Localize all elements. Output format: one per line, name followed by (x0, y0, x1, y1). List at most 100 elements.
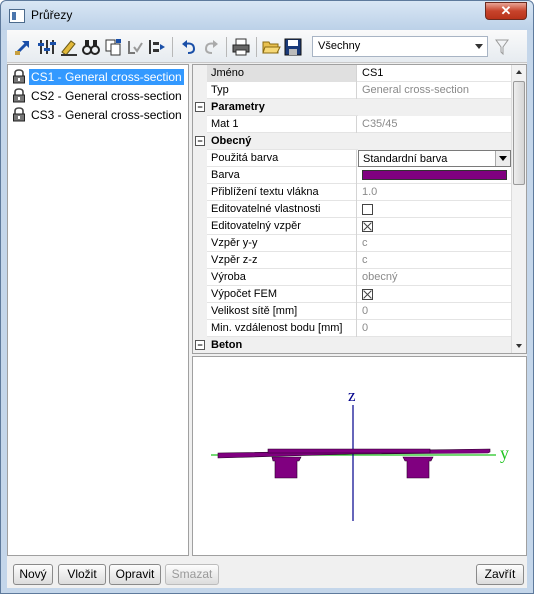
property-row[interactable]: Vzpěr z-z c (193, 252, 511, 269)
property-row[interactable]: Min. vzdálenost bodu [mm] 0 (193, 320, 511, 337)
property-name: Použitá barva (207, 150, 357, 167)
property-category[interactable]: − Beton (193, 337, 511, 353)
new-button[interactable]: Nový (13, 564, 53, 585)
property-value-empty (358, 133, 511, 150)
property-name: Min. vzdálenost bodu [mm] (207, 320, 357, 337)
property-value[interactable]: CS1 (358, 65, 511, 82)
property-row[interactable]: Typ General cross-section (193, 82, 511, 99)
property-name: Výpočet FEM (207, 286, 357, 303)
row-gutter (193, 252, 207, 269)
property-row[interactable]: Mat 1 C35/45 (193, 116, 511, 133)
insert-button[interactable]: Vložit (58, 564, 106, 585)
row-gutter (193, 82, 207, 99)
toolbar: Všechny (7, 30, 527, 63)
property-value: c (362, 237, 368, 249)
property-row[interactable]: Výpočet FEM (193, 286, 511, 303)
check-icon[interactable] (125, 37, 145, 57)
row-gutter (193, 150, 207, 167)
collapse-toggle-icon[interactable]: − (195, 340, 205, 350)
property-row[interactable]: Barva (193, 167, 511, 184)
row-gutter (193, 201, 207, 218)
row-gutter (193, 65, 207, 82)
chevron-down-icon[interactable] (495, 151, 510, 166)
color-swatch[interactable] (362, 170, 507, 180)
y-axis-label: y (500, 443, 509, 463)
property-name: Beton (211, 339, 243, 351)
row-gutter (193, 184, 207, 201)
property-row[interactable]: Přiblížení textu vlákna 1.0 (193, 184, 511, 201)
toolbar-separator (256, 37, 257, 57)
property-checkbox[interactable] (362, 221, 373, 232)
scroll-up-arrow-icon[interactable] (512, 65, 526, 80)
property-value: 0 (362, 322, 369, 334)
row-gutter (193, 269, 207, 286)
list-item-label: CS3 - General cross-section (31, 107, 182, 122)
collapse-toggle-icon[interactable]: − (195, 102, 205, 112)
list-item[interactable]: CS2 - General cross-section (12, 87, 184, 104)
property-value: 0 (362, 305, 369, 317)
title-bar: Průřezy ✕ (1, 1, 533, 30)
close-window-button[interactable]: ✕ (485, 2, 527, 20)
property-value: c (362, 254, 368, 266)
filter-funnel-icon[interactable] (495, 39, 509, 55)
property-value: 1.0 (362, 186, 378, 198)
property-row[interactable]: Jméno CS1 (193, 65, 511, 82)
deck-top (267, 448, 431, 454)
save-icon[interactable] (283, 37, 303, 57)
scroll-down-arrow-icon[interactable] (512, 338, 526, 353)
property-value: obecný (362, 271, 398, 283)
window-icon (9, 9, 25, 23)
toolbar-separator (172, 37, 173, 57)
sections-dialog: Průřezy ✕ Všechny CS1 - General cross-se… (0, 0, 534, 594)
lock-icon (13, 107, 25, 122)
list-item[interactable]: CS1 - General cross-section (12, 68, 184, 85)
property-value: C35/45 (362, 118, 398, 130)
cross-section-preview: z y (192, 356, 527, 556)
property-category[interactable]: − Obecný (193, 133, 511, 150)
property-row[interactable]: Vzpěr y-y c (193, 235, 511, 252)
property-row[interactable]: Editovatelný vzpěr (193, 218, 511, 235)
color-mode-dropdown[interactable]: Standardní barva (358, 150, 511, 167)
property-value-empty (358, 337, 511, 353)
add-item-icon[interactable] (13, 37, 33, 57)
list-item-label: CS2 - General cross-section (31, 88, 182, 103)
row-gutter (193, 167, 207, 184)
scroll-thumb[interactable] (513, 81, 525, 185)
filter-dropdown[interactable]: Všechny (312, 36, 488, 57)
property-checkbox[interactable] (362, 289, 373, 300)
collapse-toggle-icon[interactable]: − (195, 136, 205, 146)
group-icon[interactable] (147, 37, 167, 57)
property-name: Editovatelné vlastnosti (207, 201, 357, 218)
print-icon[interactable] (231, 37, 251, 57)
property-row[interactable]: Použitá barva Standardní barva (193, 150, 511, 167)
undo-icon[interactable] (179, 37, 199, 57)
redo-icon[interactable] (201, 37, 221, 57)
property-name: Typ (207, 82, 357, 99)
row-gutter (193, 235, 207, 252)
open-folder-icon[interactable] (261, 37, 281, 57)
edit-icon[interactable] (59, 37, 79, 57)
sections-list[interactable]: CS1 - General cross-section CS2 - General… (7, 64, 189, 556)
property-checkbox[interactable] (362, 204, 373, 215)
property-grid-scrollbar[interactable] (511, 65, 526, 353)
property-name: Mat 1 (207, 116, 357, 133)
list-item[interactable]: CS3 - General cross-section (12, 106, 184, 123)
close-button[interactable]: Zavřít (476, 564, 524, 585)
property-category[interactable]: − Parametry (193, 99, 511, 116)
property-row[interactable]: Výroba obecný (193, 269, 511, 286)
property-row[interactable]: Editovatelné vlastnosti (193, 201, 511, 218)
lock-icon (13, 88, 25, 103)
binoculars-icon[interactable] (81, 37, 101, 57)
color-mode-value: Standardní barva (363, 153, 448, 165)
property-name: Výroba (207, 269, 357, 286)
property-value: General cross-section (362, 84, 469, 96)
properties-icon[interactable] (37, 37, 57, 57)
copy-icon[interactable] (103, 37, 123, 57)
property-name: Obecný (211, 135, 252, 147)
right-girder (402, 456, 434, 479)
edit-button[interactable]: Opravit (109, 564, 161, 585)
delete-button[interactable]: Smazat (165, 564, 219, 585)
cross-section-drawing: z y (211, 386, 509, 521)
row-gutter (193, 303, 207, 320)
property-row[interactable]: Velikost sítě [mm] 0 (193, 303, 511, 320)
